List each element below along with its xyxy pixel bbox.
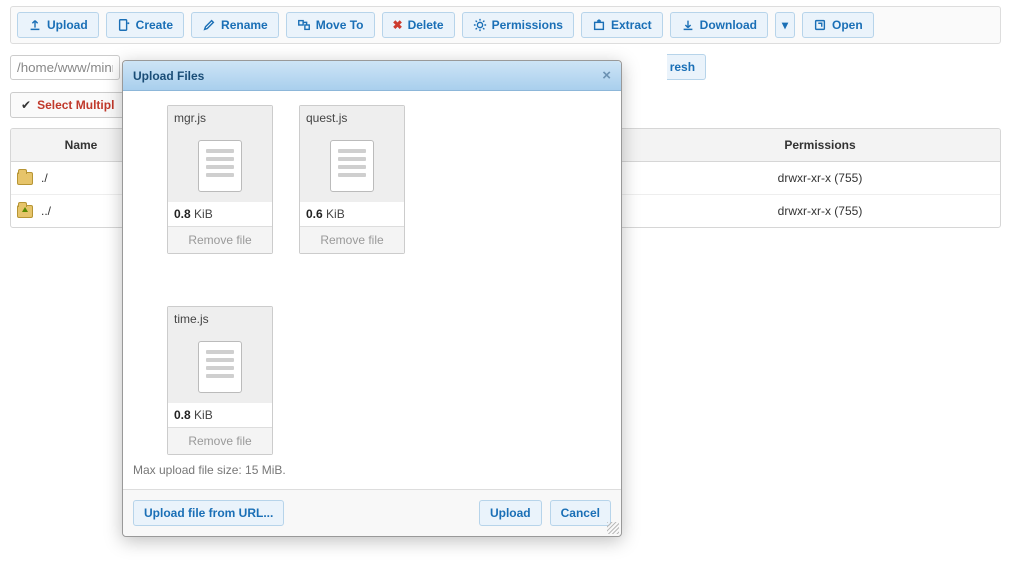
close-icon[interactable]: ×: [602, 67, 611, 84]
upload-modal: Upload Files × mgr.js 0.8 KiB Remove fil…: [122, 60, 622, 537]
file-size: 0.8 KiB: [168, 403, 272, 427]
move-icon: [297, 18, 311, 32]
file-size: 0.6 KiB: [300, 202, 404, 226]
remove-file-button[interactable]: Remove file: [168, 226, 272, 253]
rename-button[interactable]: Rename: [191, 12, 279, 38]
download-button[interactable]: Download: [670, 12, 768, 38]
upload-button[interactable]: Upload: [17, 12, 99, 38]
folder-icon: [17, 172, 33, 185]
extract-icon: [592, 18, 606, 32]
open-label: Open: [832, 18, 863, 32]
pencil-icon: [202, 18, 216, 32]
file-name: quest.js: [300, 106, 404, 130]
folder-up-icon: [17, 205, 33, 218]
row-name: ./: [41, 171, 48, 185]
refresh-label-partial: resh: [670, 60, 695, 74]
row-permissions: drwxr-xr-x (755): [640, 195, 1000, 227]
modal-title: Upload Files: [133, 69, 204, 83]
upload-from-url-button[interactable]: Upload file from URL...: [133, 500, 284, 526]
permissions-button[interactable]: Permissions: [462, 12, 574, 38]
modal-cancel-button[interactable]: Cancel: [550, 500, 611, 526]
extract-label: Extract: [611, 18, 652, 32]
check-icon: ✔: [21, 98, 31, 112]
main-toolbar: Upload Create Rename Move To ✖ Delete Per…: [10, 6, 1001, 44]
create-button[interactable]: Create: [106, 12, 184, 38]
remove-file-button[interactable]: Remove file: [300, 226, 404, 253]
upload-drop-area[interactable]: mgr.js 0.8 KiB Remove file quest.js 0.6 …: [131, 97, 613, 459]
row-name: ../: [41, 204, 51, 218]
max-upload-note: Max upload file size: 15 MiB.: [131, 459, 613, 485]
refresh-button-partial[interactable]: resh: [667, 54, 706, 80]
extract-button[interactable]: Extract: [581, 12, 663, 38]
delete-button[interactable]: ✖ Delete: [382, 12, 455, 38]
upload-label: Upload: [47, 18, 88, 32]
column-header-permissions[interactable]: Permissions: [640, 129, 1000, 161]
select-multiple-button[interactable]: ✔ Select Multipl: [10, 92, 125, 118]
gear-icon: [473, 18, 487, 32]
upload-file-card: time.js 0.8 KiB Remove file: [167, 306, 273, 455]
resize-grip[interactable]: [607, 522, 619, 534]
upload-file-card: mgr.js 0.8 KiB Remove file: [167, 105, 273, 254]
delete-icon: ✖: [393, 18, 403, 32]
rename-label: Rename: [221, 18, 268, 32]
moveto-label: Move To: [316, 18, 364, 32]
remove-file-button[interactable]: Remove file: [168, 427, 272, 454]
file-size: 0.8 KiB: [168, 202, 272, 226]
modal-upload-button[interactable]: Upload: [479, 500, 542, 526]
download-label: Download: [700, 18, 757, 32]
upload-file-card: quest.js 0.6 KiB Remove file: [299, 105, 405, 254]
open-button[interactable]: Open: [802, 12, 874, 38]
file-name: mgr.js: [168, 106, 272, 130]
create-label: Create: [136, 18, 173, 32]
file-name: time.js: [168, 307, 272, 331]
select-multiple-label: Select Multipl: [37, 98, 114, 112]
path-input[interactable]: [10, 55, 120, 80]
document-icon: [198, 341, 242, 393]
chevron-down-icon: ▾: [782, 18, 788, 32]
create-icon: [117, 18, 131, 32]
delete-label: Delete: [408, 18, 444, 32]
download-split-button[interactable]: ▾: [775, 12, 795, 38]
moveto-button[interactable]: Move To: [286, 12, 375, 38]
open-icon: [813, 18, 827, 32]
document-icon: [198, 140, 242, 192]
modal-header[interactable]: Upload Files ×: [123, 61, 621, 91]
document-icon: [330, 140, 374, 192]
upload-icon: [28, 18, 42, 32]
download-icon: [681, 18, 695, 32]
row-permissions: drwxr-xr-x (755): [640, 162, 1000, 194]
permissions-label: Permissions: [492, 18, 563, 32]
